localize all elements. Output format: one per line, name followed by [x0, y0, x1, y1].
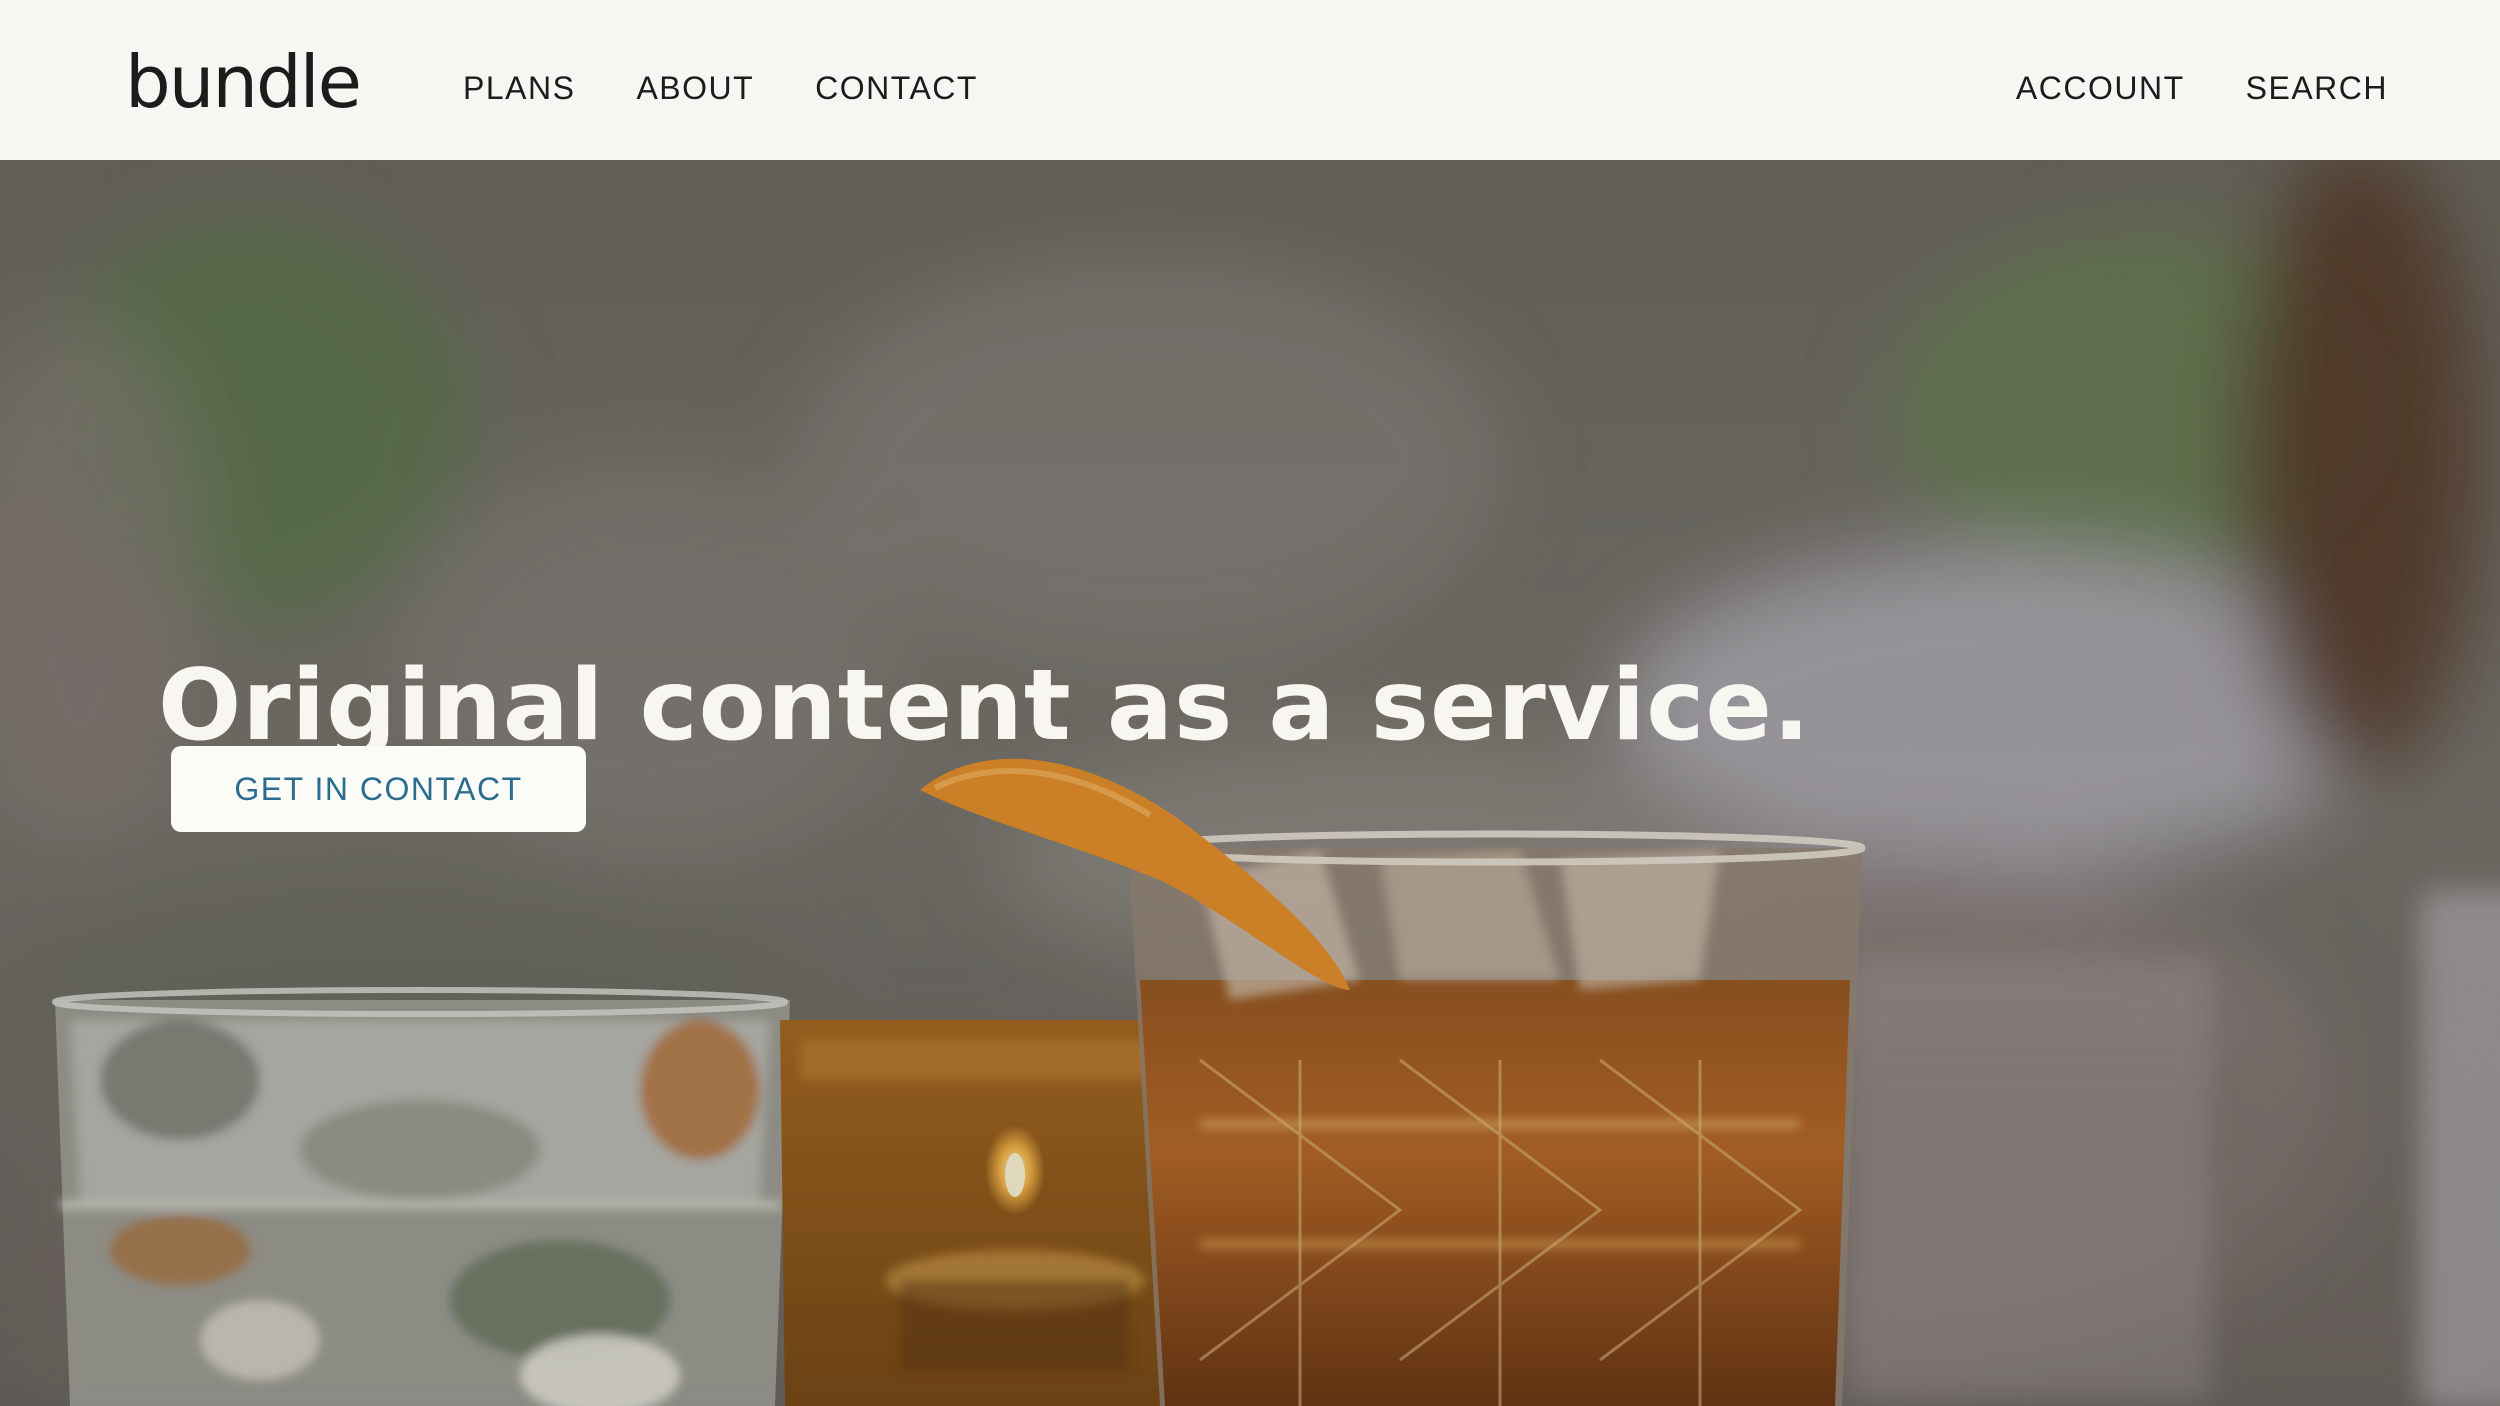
utility-nav: ACCOUNT SEARCH [1955, 68, 2388, 108]
primary-nav: PLANS ABOUT CONTACT [463, 68, 1039, 108]
nav-about[interactable]: ABOUT [636, 68, 754, 108]
nav-account[interactable]: ACCOUNT [2016, 68, 2185, 108]
nav-contact[interactable]: CONTACT [815, 68, 978, 108]
nav-plans[interactable]: PLANS [463, 68, 575, 108]
site-header: bundle PLANS ABOUT CONTACT ACCOUNT SEARC… [0, 0, 2500, 160]
nav-search[interactable]: SEARCH [2246, 68, 2388, 108]
hero-section: Original content as a service. GET IN CO… [0, 160, 2500, 1406]
get-in-contact-button[interactable]: GET IN CONTACT [171, 746, 586, 832]
logo[interactable]: bundle [125, 42, 362, 122]
